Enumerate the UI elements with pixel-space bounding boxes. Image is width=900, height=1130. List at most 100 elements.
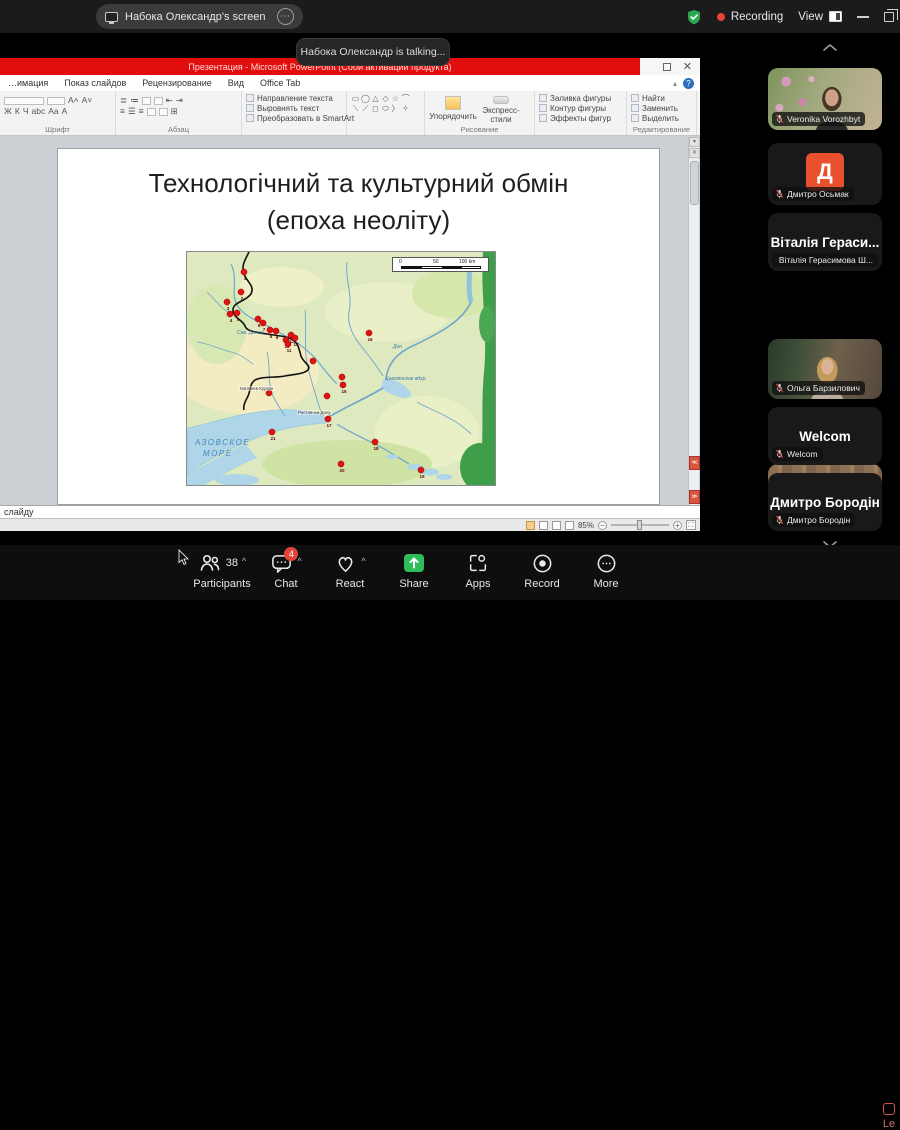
ppt-menu-tab-2[interactable]: Рецензирование xyxy=(134,75,220,91)
shape-style-button-1[interactable]: Контур фигуры xyxy=(539,103,622,113)
previous-slide-button[interactable]: ≪ xyxy=(689,456,700,470)
chevron-up-icon[interactable]: ^ xyxy=(297,556,301,566)
editing-button-0-label: Найти xyxy=(642,94,665,103)
share-button[interactable]: Share xyxy=(382,547,446,590)
editing-button-1[interactable]: Заменить xyxy=(631,103,692,113)
participant-tile-2[interactable]: Віталія Гераси...Віталія Герасимова Ш... xyxy=(768,213,882,271)
participants-button[interactable]: 38^Participants xyxy=(190,547,254,590)
leave-button[interactable]: Le xyxy=(872,1103,900,1130)
participant-name-label: Віталія Герасимова Ш... xyxy=(772,253,878,267)
participant-tile-0[interactable]: Veronika Vorozhbyt xyxy=(768,68,882,130)
security-shield-icon[interactable] xyxy=(686,9,702,25)
shape-glyph-4[interactable]: ☆ xyxy=(391,94,400,103)
shape-glyph-7[interactable]: ⟋ xyxy=(361,104,370,113)
reading-view-icon[interactable] xyxy=(552,521,561,530)
shape-style-button-0[interactable]: Заливка фигуры xyxy=(539,93,622,103)
font-color-icon[interactable]: A xyxy=(62,107,68,116)
scroll-participants-up-icon[interactable] xyxy=(815,41,845,53)
participant-tile-1[interactable]: ДДмитро Осьмак xyxy=(768,143,882,205)
map-dot-number: 15 xyxy=(341,389,347,394)
shape-glyph-8[interactable]: ◻ xyxy=(371,104,380,113)
shape-glyph-2[interactable]: △ xyxy=(371,94,380,103)
paragraph-group-label: Абзац xyxy=(116,125,241,134)
map-dot-9 xyxy=(273,328,279,334)
zoom-in-button[interactable]: + xyxy=(673,521,682,530)
ppt-menu-tab-1[interactable]: Показ слайдов xyxy=(56,75,134,91)
chevron-up-icon[interactable]: ^ xyxy=(361,556,365,566)
normal-view-icon[interactable] xyxy=(526,521,535,530)
participant-tile-5[interactable]: WelcomWelcom xyxy=(768,407,882,465)
ppt-menu-row: …имацияПоказ слайдовРецензированиеВидOff… xyxy=(0,75,640,91)
slideshow-view-icon[interactable] xyxy=(565,521,574,530)
editing-button-0-icon xyxy=(631,94,639,102)
share-icon-row xyxy=(402,551,426,575)
arrange-button[interactable]: Упорядочить xyxy=(429,94,477,124)
zoom-slider[interactable] xyxy=(611,524,669,526)
fit-slide-button[interactable]: ⛶ xyxy=(686,520,696,530)
underline-icon[interactable]: Ч xyxy=(23,107,29,116)
ppt-menu-tab-0[interactable]: …имация xyxy=(0,75,56,91)
participant-tile-6[interactable]: Дмитро БородінДмитро Бородін xyxy=(768,473,882,531)
map-label-5: Ростов-на-Дону xyxy=(297,410,332,415)
font-name-select[interactable] xyxy=(4,97,44,105)
meeting-window: { "topbar": { "screen_tab": "Набока Олек… xyxy=(0,0,900,600)
shape-glyph-10[interactable]: 〉 xyxy=(391,104,400,113)
ppt-menu-tab-4[interactable]: Office Tab xyxy=(252,75,308,91)
slide-sorter-view-icon[interactable] xyxy=(539,521,548,530)
bold-icon[interactable]: Ж xyxy=(4,107,12,116)
zoom-out-button[interactable]: − xyxy=(598,521,607,530)
editing-button-0[interactable]: Найти xyxy=(631,93,692,103)
shape-glyph-0[interactable]: ▭ xyxy=(351,94,360,103)
change-case-icon[interactable]: Aa xyxy=(48,107,58,116)
font-size-select[interactable] xyxy=(47,97,65,105)
italic-icon[interactable]: К xyxy=(15,107,20,116)
help-icon[interactable]: ? xyxy=(683,78,694,89)
map-dot-number: 8 xyxy=(270,334,273,339)
react-button[interactable]: ^React xyxy=(318,547,382,590)
map-dot-20 xyxy=(338,461,344,467)
ppt-vertical-scrollbar[interactable]: ▾ ✕ ≪ ≫ xyxy=(688,137,699,505)
editing-button-2[interactable]: Выделить xyxy=(631,113,692,123)
ppt-close-icon[interactable]: ✕ xyxy=(683,63,692,71)
more-icon-row xyxy=(595,551,618,575)
paragraph-button-0[interactable]: Направление текста xyxy=(246,93,342,103)
shape-glyph-3[interactable]: ◇ xyxy=(381,94,390,103)
paragraph-button-1[interactable]: Выровнять текст xyxy=(246,103,342,113)
ppt-notes-pane[interactable]: слайду xyxy=(0,505,700,518)
next-slide-button[interactable]: ≫ xyxy=(689,490,700,504)
shape-glyph-6[interactable]: ⟍ xyxy=(351,104,360,113)
shapes-gallery[interactable]: ▭◯△◇☆⌒ ⟍⟋◻⬭〉✧ xyxy=(347,91,425,135)
quick-styles-button[interactable]: Экспресс-стили xyxy=(477,94,525,124)
map-dot-number: 5 xyxy=(237,317,240,322)
more-icon xyxy=(595,552,618,575)
restore-window-button[interactable] xyxy=(884,12,894,22)
more-button[interactable]: More xyxy=(574,547,638,590)
apps-button[interactable]: Apps xyxy=(446,547,510,590)
shape-glyph-11[interactable]: ✧ xyxy=(401,104,410,113)
shape-style-button-2[interactable]: Эффекты фигур xyxy=(539,113,622,123)
participant-tile-3[interactable]: Ольга Барзилович xyxy=(768,339,882,399)
participants-sidebar: Veronika Vorozhbyt ДДмитро Осьмак Віталія … xyxy=(760,33,900,545)
ribbon-collapse-icon[interactable]: ▴ xyxy=(673,79,677,88)
shared-screen-tab[interactable]: Набока Олександр's screen ⋯ xyxy=(96,4,303,29)
map-label-1: МОРЕ xyxy=(203,449,233,458)
minimize-button[interactable] xyxy=(857,16,869,18)
chat-button[interactable]: 4^Chat xyxy=(254,547,318,590)
map-dot- xyxy=(324,393,330,399)
scrollbar-thumb[interactable] xyxy=(690,161,699,205)
ppt-restore-icon[interactable] xyxy=(663,63,671,71)
tab-options-icon[interactable]: ⋯ xyxy=(277,8,294,25)
scroll-up-icon[interactable]: ▾ xyxy=(689,137,700,147)
strikethrough-icon[interactable]: abc xyxy=(31,107,45,116)
chevron-up-icon[interactable]: ^ xyxy=(242,556,246,566)
paragraph-button-2[interactable]: Преобразовать в SmartArt xyxy=(246,113,342,123)
scroll-close-icon[interactable]: ✕ xyxy=(689,148,700,158)
recording-label: Recording xyxy=(731,11,783,23)
shape-glyph-9[interactable]: ⬭ xyxy=(381,104,390,113)
ppt-menu-tab-3[interactable]: Вид xyxy=(220,75,252,91)
view-button[interactable]: View xyxy=(798,11,842,23)
record-button[interactable]: Record xyxy=(510,547,574,590)
shape-glyph-5[interactable]: ⌒ xyxy=(401,94,410,103)
shape-glyph-1[interactable]: ◯ xyxy=(361,94,370,103)
chat-icon-row: 4^ xyxy=(270,551,301,575)
